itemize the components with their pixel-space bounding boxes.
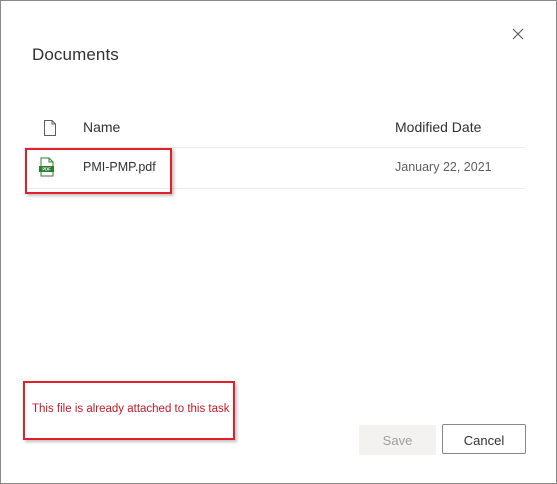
table-header: Name Modified Date — [25, 107, 525, 148]
document-icon — [44, 120, 56, 136]
documents-dialog: Documents Name Modified Date PDF PMI-PMP… — [0, 0, 557, 484]
file-modified-date: January 22, 2021 — [395, 160, 492, 174]
error-message: This file is already attached to this ta… — [32, 403, 230, 415]
column-header-name[interactable]: Name — [83, 119, 120, 135]
file-name[interactable]: PMI-PMP.pdf — [83, 160, 156, 174]
dialog-title: Documents — [32, 45, 119, 64]
close-button[interactable] — [507, 23, 529, 45]
table-row[interactable]: PDF PMI-PMP.pdf January 22, 2021 — [25, 148, 525, 189]
save-button[interactable]: Save — [359, 425, 436, 455]
svg-text:PDF: PDF — [42, 167, 51, 172]
pdf-file-icon: PDF — [39, 157, 54, 177]
column-header-modified-date[interactable]: Modified Date — [395, 119, 481, 135]
cancel-button[interactable]: Cancel — [442, 424, 526, 454]
close-icon — [512, 28, 524, 40]
